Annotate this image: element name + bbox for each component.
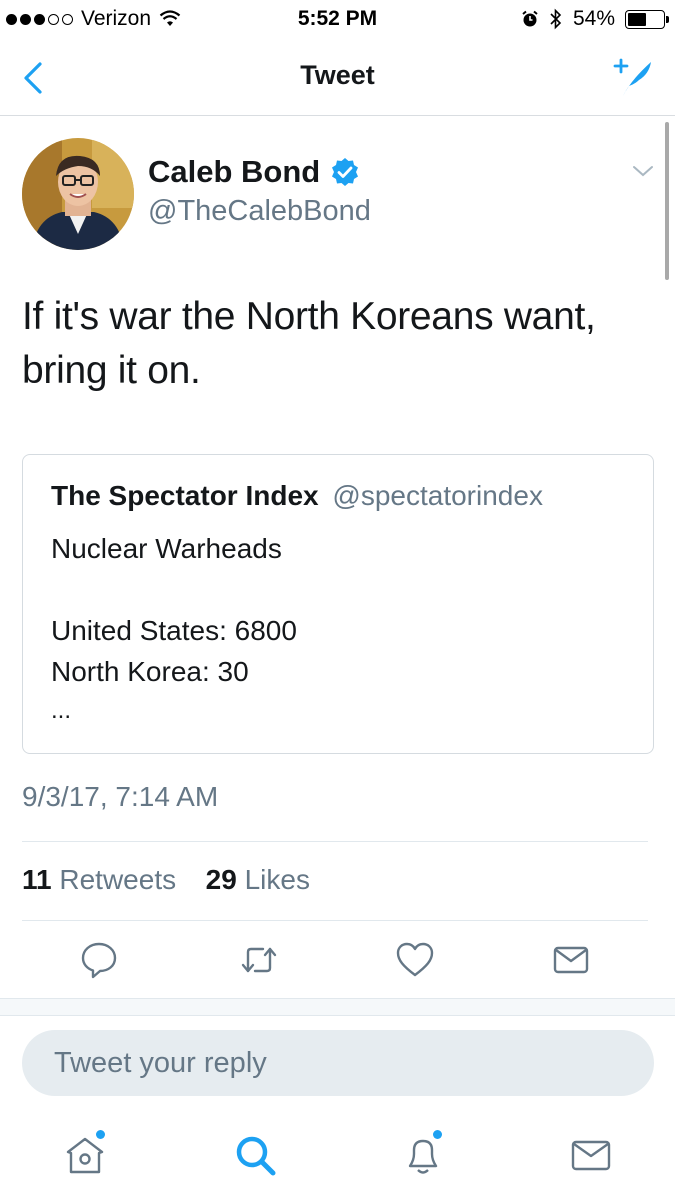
nav-title: Tweet [300, 60, 375, 90]
status-bar-right: 54% [521, 7, 669, 31]
quoted-tweet-line: Nuclear Warheads [51, 533, 282, 564]
alarm-icon [522, 10, 538, 27]
notifications-icon[interactable] [400, 1132, 446, 1178]
tweet-timestamp: 9/3/17, 7:14 AM [22, 781, 219, 812]
avatar[interactable] [22, 138, 134, 250]
battery-icon [625, 9, 669, 29]
retweets-stat[interactable]: 11 Retweets [22, 864, 184, 895]
reply-icon[interactable] [79, 940, 119, 980]
retweets-label: Retweets [59, 864, 177, 895]
status-bar: Verizon 5:52 PM 54% [0, 0, 675, 40]
chevron-down-icon[interactable] [631, 162, 655, 180]
direct-message-icon[interactable] [551, 940, 591, 980]
author-photo [22, 138, 134, 250]
author-handle[interactable]: @TheCalebBond [148, 195, 371, 228]
section-separator [0, 998, 675, 1016]
likes-label: Likes [244, 864, 310, 895]
tab-bar [0, 1116, 675, 1200]
author-name[interactable]: Caleb Bond [148, 154, 360, 190]
compose-tweet-icon[interactable] [611, 54, 657, 100]
divider [22, 841, 648, 842]
battery-level [628, 12, 647, 26]
tweet-text: If it's war the North Koreans want, brin… [22, 290, 662, 398]
quoted-author-name: The Spectator Index [51, 480, 319, 511]
search-icon[interactable] [232, 1132, 278, 1178]
quoted-author-handle: @spectatorindex [332, 480, 543, 511]
bluetooth-icon [550, 8, 562, 30]
divider [22, 920, 648, 921]
quoted-tweet-line: ... [51, 697, 72, 724]
tweet-text-line: If it's war the North Koreans want, [22, 295, 596, 338]
verified-badge-icon [332, 158, 359, 186]
tweet-actions [0, 940, 675, 982]
likes-count: 29 [205, 864, 237, 895]
quoted-tweet-line: North Korea: 30 [51, 656, 249, 687]
retweets-count: 11 [22, 864, 52, 895]
scrollbar[interactable] [665, 122, 669, 280]
quoted-tweet-header: The Spectator Index @spectatorindex [51, 480, 543, 512]
tweet-text-line: bring it on. [22, 349, 201, 392]
tweet-stats: 11 Retweets 29 Likes [22, 864, 310, 896]
quoted-tweet-card[interactable]: The Spectator Index @spectatorindex Nucl… [22, 454, 654, 754]
author-name-text: Caleb Bond [148, 154, 321, 189]
nav-bar: Tweet [0, 40, 675, 116]
home-notification-dot [96, 1130, 105, 1139]
retweet-icon[interactable] [239, 940, 279, 980]
reply-input[interactable] [22, 1030, 654, 1096]
notifications-dot [433, 1130, 442, 1139]
likes-stat[interactable]: 29 Likes [206, 864, 310, 895]
messages-icon[interactable] [568, 1132, 614, 1178]
like-icon[interactable] [395, 940, 435, 980]
quoted-tweet-line: United States: 6800 [51, 615, 297, 646]
battery-percent: 54% [572, 7, 615, 30]
